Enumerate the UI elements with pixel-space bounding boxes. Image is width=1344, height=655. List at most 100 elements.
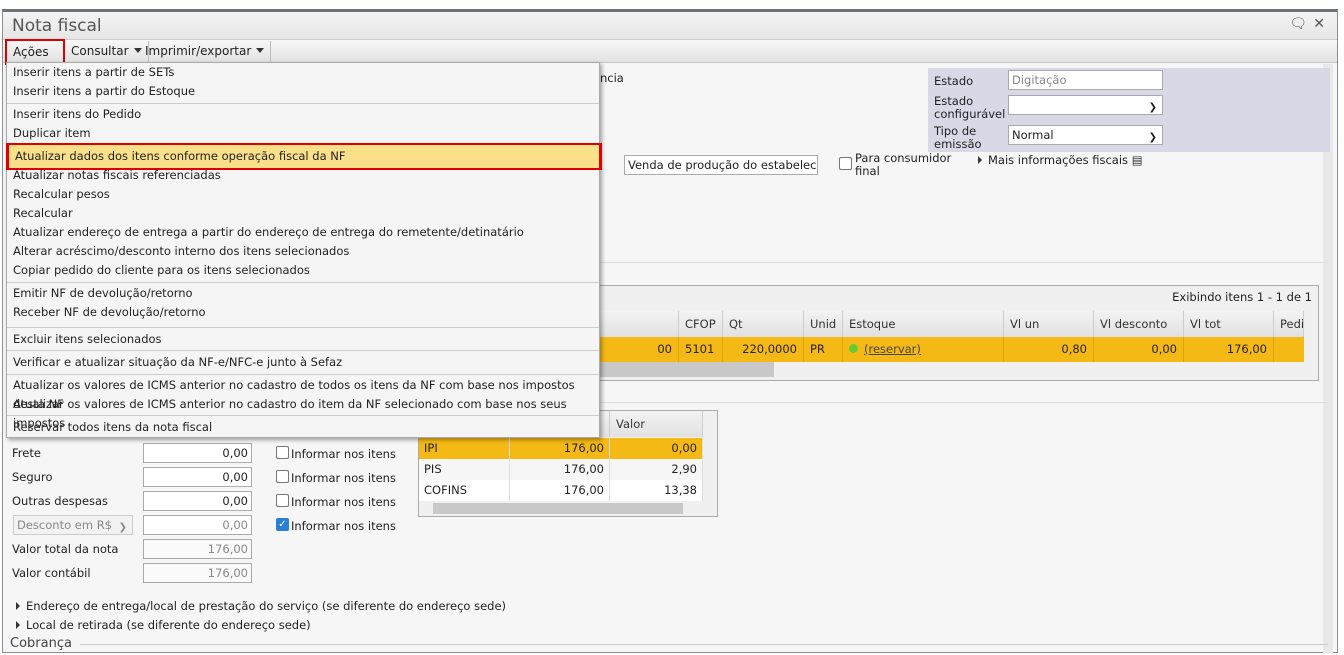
desconto-informar-checkbox[interactable]: ✓: [276, 518, 289, 531]
column-header-estoque[interactable]: Estoque: [843, 311, 1004, 337]
menu-item-receber-devolucao[interactable]: Receber NF de devolução/retorno: [7, 303, 599, 322]
outras-informar-checkbox[interactable]: [276, 494, 289, 507]
cell-qt: 220,0000: [723, 337, 804, 362]
cell-base: 176,00: [510, 459, 610, 480]
cell-estoque: (reservar): [843, 337, 1004, 362]
table-row[interactable]: IPI 176,00 0,00: [419, 438, 703, 459]
column-header-valor[interactable]: Valor: [610, 411, 703, 437]
local-retirada-toggle[interactable]: Local de retirada (se diferente do ender…: [16, 618, 311, 632]
status-dot-icon: [849, 344, 858, 353]
consultar-menu-button[interactable]: Consultar: [65, 41, 149, 63]
acoes-dropdown-menu: Inserir itens a partir de SETs Inserir i…: [6, 62, 602, 438]
column-header-vl-desconto[interactable]: Vl desconto: [1094, 311, 1184, 337]
table-row[interactable]: COFINS 176,00 13,38: [419, 480, 703, 501]
table-row[interactable]: PIS 176,00 2,90: [419, 459, 703, 480]
menu-item-recalcular-pesos[interactable]: Recalcular pesos: [7, 185, 599, 204]
items-grid: Exibindo itens 1 - 1 de 1 CFOP Qt Unid E…: [598, 285, 1319, 381]
chevron-down-icon: ❯: [1148, 132, 1157, 143]
cell-base: 176,00: [510, 438, 610, 459]
cell-cfop: 5101: [679, 337, 723, 362]
estado-field[interactable]: Digitação: [1008, 70, 1163, 90]
close-icon[interactable]: ✕: [1313, 16, 1325, 32]
column-header-vl-un[interactable]: Vl un: [1004, 311, 1094, 337]
column-header-cfop[interactable]: CFOP: [679, 311, 723, 337]
menu-separator: [7, 374, 599, 375]
document-icon: ▤: [1131, 153, 1143, 167]
menu-item-emitir-devolucao[interactable]: Emitir NF de devolução/retorno: [7, 284, 599, 303]
seguro-informar-checkbox[interactable]: [276, 470, 289, 483]
desconto-field[interactable]: 0,00: [143, 515, 252, 535]
imprimir-label: Imprimir/exportar: [145, 44, 252, 58]
column-header-unid[interactable]: Unid: [804, 311, 843, 337]
desconto-type-select[interactable]: Desconto em R$ ❯: [13, 515, 133, 535]
consumidor-final-checkbox[interactable]: [839, 157, 852, 170]
column-header-partial[interactable]: [599, 311, 679, 337]
column-header-qt[interactable]: Qt: [723, 311, 804, 337]
caret-down-icon: [256, 48, 265, 53]
menu-item-inserir-pedido[interactable]: Inserir itens do Pedido: [7, 105, 599, 124]
menu-item-copiar-pedido[interactable]: Copiar pedido do cliente para os itens s…: [7, 261, 599, 280]
menu-item-inserir-estoque[interactable]: Inserir itens a partir do Estoque: [7, 82, 599, 101]
estado-label: Estado: [934, 74, 974, 88]
informar-label: Informar nos itens: [291, 495, 396, 509]
estado-configuravel-select[interactable]: ❯: [1008, 95, 1163, 115]
menu-separator: [7, 103, 599, 104]
valor-contabil-label: Valor contábil: [12, 566, 91, 580]
column-header-pedido[interactable]: Pedi: [1274, 311, 1304, 337]
cell-base: 176,00: [510, 480, 610, 501]
vertical-scrollbar[interactable]: [1323, 64, 1333, 654]
horizontal-scrollbar-thumb[interactable]: [433, 503, 683, 514]
reservar-link[interactable]: (reservar): [864, 342, 921, 356]
menu-separator: [7, 327, 599, 328]
mais-informacoes-fiscais-toggle[interactable]: Mais informações fiscais ▤: [978, 153, 1143, 167]
menu-item-icms-todos-itens[interactable]: Atualizar os valores de ICMS anterior no…: [7, 376, 599, 411]
menu-item-inserir-sets[interactable]: Inserir itens a partir de SETs: [7, 63, 599, 82]
consultar-label: Consultar: [71, 44, 129, 58]
tipo-emissao-select[interactable]: Normal ❯: [1008, 125, 1163, 145]
menu-item-alterar-acrescimo[interactable]: Alterar acréscimo/desconto interno dos i…: [7, 242, 599, 261]
cell-imposto: PIS: [419, 459, 510, 480]
outras-despesas-field[interactable]: 0,00: [143, 491, 252, 511]
menu-separator: [7, 415, 599, 416]
acoes-label: Ações: [13, 45, 49, 59]
tipo-emissao-value: Normal: [1012, 128, 1054, 142]
paging-info: Exibindo itens 1 - 1 de 1: [1172, 290, 1312, 304]
frete-informar-checkbox[interactable]: [276, 446, 289, 459]
cell-partial: 00: [599, 337, 679, 362]
seguro-field[interactable]: 0,00: [143, 467, 252, 487]
informar-label: Informar nos itens: [291, 519, 396, 533]
seguro-label: Seguro: [12, 470, 53, 484]
chat-icon[interactable]: 🗨: [1289, 16, 1307, 32]
toolbar: Ações Consultar Imprimir/exportar: [3, 39, 1337, 77]
table-row[interactable]: 00 5101 220,0000 PR (reservar) 0,80 0,00…: [599, 337, 1304, 362]
operacao-fiscal-field[interactable]: Venda de produção do estabelecime: [624, 155, 818, 175]
menu-separator: [7, 350, 599, 351]
outras-despesas-label: Outras despesas: [12, 494, 109, 508]
divider: [80, 644, 1328, 645]
desconto-type-value: Desconto em R$: [17, 518, 113, 532]
frete-field[interactable]: 0,00: [143, 443, 252, 463]
menu-item-reservar-todos[interactable]: Reservar todos itens da nota fiscal: [7, 418, 599, 437]
cell-valor: 13,38: [610, 480, 703, 501]
mais-info-label: Mais informações fiscais: [988, 153, 1129, 167]
title-bar: Nota fiscal 🗨 ✕: [3, 12, 1337, 40]
menu-item-icms-item-selecionado[interactable]: Atualizar os valores de ICMS anterior no…: [7, 395, 599, 430]
column-header-vl-tot[interactable]: Vl tot: [1184, 311, 1274, 337]
valor-total-label: Valor total da nota: [12, 542, 119, 556]
cell-vl-tot: 176,00: [1184, 337, 1274, 362]
menu-item-atualizar-endereco[interactable]: Atualizar endereço de entrega a partir d…: [7, 223, 599, 242]
imprimir-exportar-menu-button[interactable]: Imprimir/exportar: [139, 41, 272, 63]
menu-item-duplicar[interactable]: Duplicar item: [7, 124, 599, 143]
divider: [600, 262, 1328, 263]
cell-vl-desconto: 0,00: [1094, 337, 1184, 362]
menu-item-recalcular[interactable]: Recalcular: [7, 204, 599, 223]
endereco-entrega-toggle[interactable]: Endereço de entrega/local de prestação d…: [16, 599, 506, 613]
tipo-emissao-label: Tipo de emissão: [934, 124, 982, 151]
menu-item-excluir[interactable]: Excluir itens selecionados: [7, 330, 599, 349]
frete-label: Frete: [12, 446, 41, 460]
menu-item-atualizar-notas-referenciadas[interactable]: Atualizar notas fiscais referenciadas: [7, 166, 599, 185]
menu-item-verificar-sefaz[interactable]: Verificar e atualizar situação da NF-e/N…: [7, 353, 599, 372]
cell-unid: PR: [804, 337, 843, 362]
menu-separator: [7, 282, 599, 283]
horizontal-scrollbar-thumb[interactable]: [599, 362, 774, 377]
